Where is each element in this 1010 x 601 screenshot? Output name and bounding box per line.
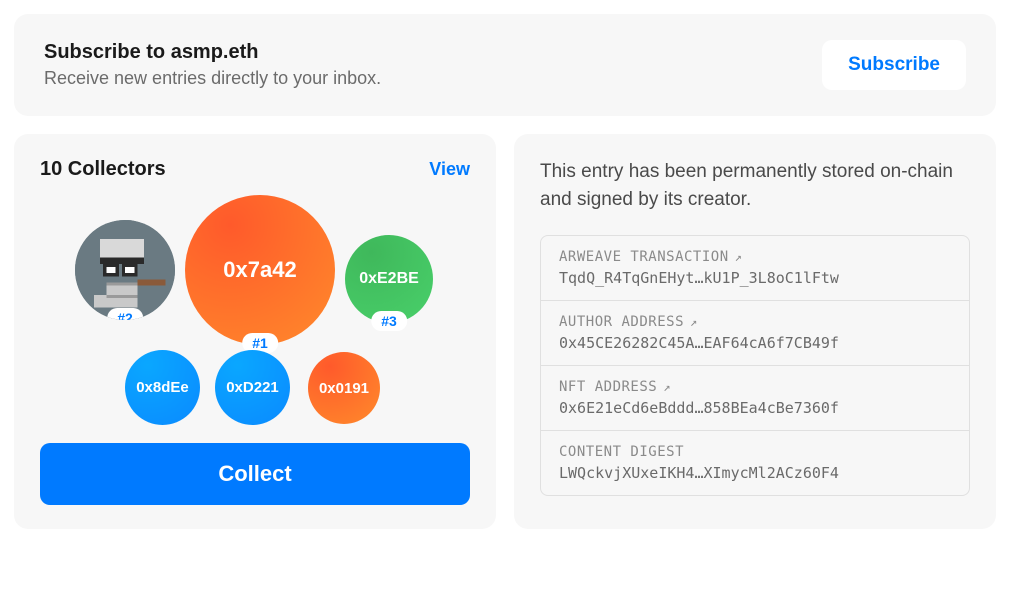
chain-card: This entry has been permanently stored o… (514, 134, 996, 529)
meta-value: TqdQ_R4TqGnEHyt…kU1P_3L8oC1lFtw (559, 269, 951, 287)
external-link-icon: ↗ (735, 250, 743, 264)
bottom-row: 10 Collectors View (14, 134, 996, 529)
collector-label: 0x0191 (319, 380, 369, 397)
collector-bubble-rank2[interactable]: #2 (75, 220, 175, 320)
collectors-header: 10 Collectors View (40, 158, 470, 181)
collect-button[interactable]: Collect (40, 443, 470, 505)
meta-label: NFT ADDRESS ↗ (559, 379, 951, 395)
collector-bubble-small[interactable]: 0x8dEe (125, 350, 200, 425)
meta-content-digest: CONTENT DIGEST LWQckvjXUxeIKH4…XImycMl2A… (541, 431, 969, 495)
collector-bubble-small[interactable]: 0xD221 (215, 350, 290, 425)
meta-value: 0x45CE26282C45A…EAF64cA6f7CB49f (559, 334, 951, 352)
subscribe-text: Subscribe to asmp.eth Receive new entrie… (44, 41, 381, 89)
collector-label: 0x8dEe (136, 379, 189, 396)
subscribe-button[interactable]: Subscribe (822, 40, 966, 90)
meta-value: LWQckvjXUxeIKH4…XImycMl2ACz60F4 (559, 464, 951, 482)
collector-bubble-rank1[interactable]: 0x7a42 #1 (185, 195, 335, 345)
subscribe-subtitle: Receive new entries directly to your inb… (44, 68, 381, 89)
meta-nft-address[interactable]: NFT ADDRESS ↗ 0x6E21eCd6eBddd…858BEa4cBe… (541, 366, 969, 431)
external-link-icon: ↗ (690, 315, 698, 329)
collector-bubble-rank3[interactable]: 0xE2BE #3 (345, 235, 433, 323)
meta-author-address[interactable]: AUTHOR ADDRESS ↗ 0x45CE26282C45A…EAF64cA… (541, 301, 969, 366)
meta-value: 0x6E21eCd6eBddd…858BEa4cBe7360f (559, 399, 951, 417)
collector-label: 0x7a42 (223, 257, 296, 283)
meta-label: CONTENT DIGEST (559, 444, 951, 460)
view-link[interactable]: View (429, 159, 470, 180)
external-link-icon: ↗ (663, 380, 671, 394)
collectors-title: 10 Collectors (40, 158, 166, 181)
collectors-card: 10 Collectors View (14, 134, 496, 529)
meta-label: AUTHOR ADDRESS ↗ (559, 314, 951, 330)
pixel-avatar-icon (75, 220, 175, 320)
rank-badge: #3 (371, 311, 407, 331)
rank-badge: #2 (107, 308, 143, 320)
collector-label: 0xD221 (226, 379, 279, 396)
collector-bubble-small[interactable]: 0x0191 (308, 352, 380, 424)
subscribe-bar: Subscribe to asmp.eth Receive new entrie… (14, 14, 996, 116)
collectors-bubbles: #2 0x7a42 #1 0xE2BE #3 0x8dEe 0xD221 0x0… (40, 195, 470, 425)
collector-label: 0xE2BE (359, 270, 419, 288)
chain-description: This entry has been permanently stored o… (540, 158, 970, 213)
meta-label: ARWEAVE TRANSACTION ↗ (559, 249, 951, 265)
subscribe-title: Subscribe to asmp.eth (44, 41, 381, 64)
meta-arweave-transaction[interactable]: ARWEAVE TRANSACTION ↗ TqdQ_R4TqGnEHyt…kU… (541, 236, 969, 301)
chain-meta-list: ARWEAVE TRANSACTION ↗ TqdQ_R4TqGnEHyt…kU… (540, 235, 970, 496)
